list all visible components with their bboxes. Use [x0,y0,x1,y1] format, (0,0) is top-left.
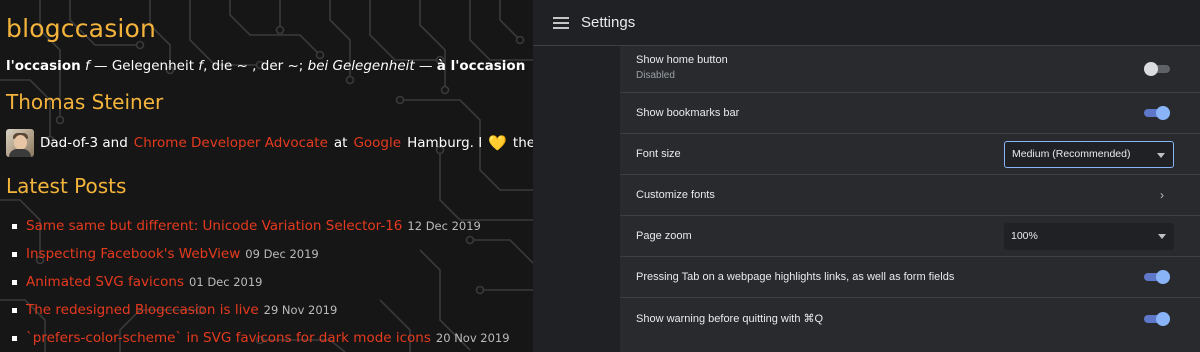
post-link[interactable]: The redesigned Blogccasion is live [26,302,259,318]
post-date: 01 Dec 2019 [189,275,263,289]
setting-label: Font size [636,148,681,160]
settings-toolbar: Settings [533,0,1200,46]
bookmarks-bar-toggle[interactable] [1144,106,1170,120]
setting-label: Page zoom [636,230,692,242]
setting-row-font-size: Font size Medium (Recommended) [620,134,1200,175]
list-item: `prefers-color-scheme` in SVG favicons f… [12,324,510,352]
list-item: Animated SVG favicons 01 Dec 2019 [12,268,510,296]
page-title: Settings [581,14,636,31]
post-link[interactable]: Animated SVG favicons [26,274,184,290]
appearance-card: Show home button Disabled Show bookmarks… [620,46,1200,352]
setting-sublabel: Disabled [636,70,675,81]
bullet-icon [12,307,17,313]
font-size-value: Medium (Recommended) [1012,148,1131,160]
tagline-dash: — [414,58,437,74]
setting-row-tab-highlight: Pressing Tab on a webpage highlights lin… [620,257,1200,298]
post-link[interactable]: `prefers-color-scheme` in SVG favicons f… [26,330,431,346]
bullet-icon [12,251,17,257]
list-item: The redesigned Blogccasion is live 29 Nov… [12,296,510,324]
bullet-icon [12,279,17,285]
list-item: Inspecting Facebook's WebView 09 Dec 2019 [12,240,510,268]
chevron-right-icon: › [1160,188,1164,202]
dropdown-arrow-icon [1158,233,1166,239]
bio-city: Hamburg. I [407,135,483,151]
blog-tagline: l'occasion f — Gelegenheit f, die ~ , de… [6,58,525,74]
bullet-icon [12,335,17,341]
setting-label: Show home button [636,54,728,66]
company-link[interactable]: Google [353,135,401,151]
tagline-phrase: bei Gelegenheit [307,58,415,74]
setting-label: Show bookmarks bar [636,107,740,119]
bio-at: at [333,135,348,151]
home-button-toggle[interactable] [1144,62,1170,76]
post-date: 29 Nov 2019 [263,303,338,317]
settings-page: Settings Show home button Disabled Show … [533,0,1200,352]
post-date: 09 Dec 2019 [245,247,319,261]
latest-posts-heading: Latest Posts [6,174,127,198]
tagline-term: l'occasion [6,58,81,74]
tab-highlight-toggle[interactable] [1144,270,1170,284]
blog-page: blogccasion l'occasion f — Gelegenheit f… [0,0,533,352]
setting-label: Show warning before quitting with ⌘Q [636,313,824,325]
setting-row-home-button: Show home button Disabled [620,46,1200,93]
tagline-french: à l'occasion [436,58,526,74]
heart-icon: 💛 [488,134,507,152]
bio-intro: Dad-of-3 and [40,135,128,151]
post-link[interactable]: Same same but different: Unicode Variati… [26,218,402,234]
post-link[interactable]: Inspecting Facebook's WebView [26,246,240,262]
bullet-icon [12,223,17,229]
list-item: Same same but different: Unicode Variati… [12,212,510,240]
tagline-translation: — Gelegenheit [89,58,199,74]
setting-label: Customize fonts [636,189,715,201]
page-zoom-value: 100% [1011,230,1038,242]
page-zoom-select[interactable]: 100% [1004,222,1174,250]
avatar [6,129,34,157]
setting-row-page-zoom: Page zoom 100% [620,216,1200,257]
blog-title[interactable]: blogccasion [6,14,156,43]
quit-warning-toggle[interactable] [1144,311,1170,326]
role-link[interactable]: Chrome Developer Advocate [134,135,328,151]
posts-list: Same same but different: Unicode Variati… [12,212,510,352]
setting-row-bookmarks-bar: Show bookmarks bar [620,93,1200,134]
setting-label: Pressing Tab on a webpage highlights lin… [636,271,955,283]
setting-row-customize-fonts[interactable]: Customize fonts › [620,175,1200,216]
author-name: Thomas Steiner [6,90,164,114]
setting-row-quit-warning: Show warning before quitting with ⌘Q [620,298,1200,339]
font-size-select[interactable]: Medium (Recommended) [1004,140,1174,168]
hamburger-menu-icon[interactable] [553,16,569,29]
dropdown-arrow-icon [1157,152,1165,158]
bio-outro: the Web! [512,135,533,151]
author-bio: Dad-of-3 and Chrome Developer Advocate a… [6,128,533,158]
tagline-articles: , die ~ , der ~; [203,58,308,74]
post-date: 12 Dec 2019 [407,219,481,233]
tagline-gender: f [80,58,90,74]
post-date: 20 Nov 2019 [435,331,510,345]
